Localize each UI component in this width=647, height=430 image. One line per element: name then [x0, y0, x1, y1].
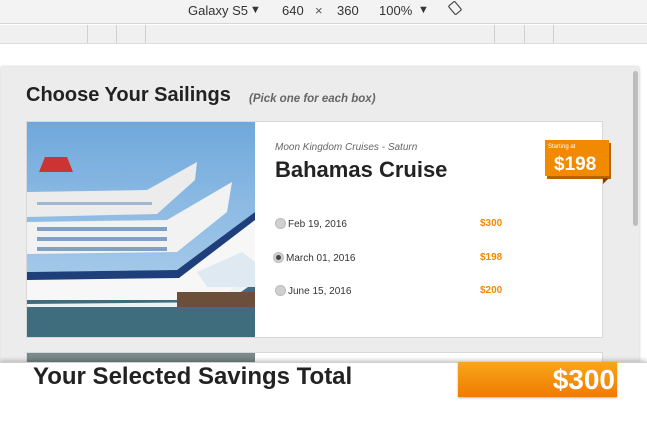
savings-total-value: $300 — [552, 364, 615, 395]
device-toolbar: Galaxy S5 ▼ 640 × 360 100% ▼ — [0, 0, 647, 24]
sailing-option[interactable]: Feb 19, 2016 $300 — [275, 218, 575, 236]
radio-button-selected[interactable] — [273, 252, 284, 263]
zoom-select[interactable]: 100% — [379, 3, 412, 18]
savings-footer: Your Selected Savings Total $300 — [0, 362, 647, 430]
cruise-card: Moon Kingdom Cruises - Saturn Bahamas Cr… — [26, 121, 609, 338]
sailing-date: June 15, 2016 — [288, 286, 352, 297]
times-sign: × — [315, 3, 323, 18]
media-query-segment[interactable] — [0, 25, 88, 43]
badge-price: $198 — [554, 154, 597, 175]
rotate-icon[interactable] — [448, 1, 462, 15]
media-query-segment[interactable] — [117, 25, 146, 43]
badge-label: Starting at — [548, 144, 576, 150]
savings-total-label: Your Selected Savings Total — [33, 363, 353, 390]
width-input[interactable]: 640 — [282, 3, 304, 18]
sailing-price: $300 — [480, 218, 503, 229]
radio-button[interactable] — [275, 218, 286, 229]
media-query-bar — [0, 25, 647, 44]
media-query-segment[interactable] — [525, 25, 554, 43]
sailing-option[interactable]: March 01, 2016 $198 — [273, 252, 575, 270]
device-dropdown-icon[interactable]: ▼ — [250, 4, 261, 16]
media-query-segment[interactable] — [495, 25, 525, 43]
page-subtitle: (Pick one for each box) — [249, 93, 376, 105]
sailing-price: $200 — [480, 285, 503, 296]
sailing-option[interactable]: June 15, 2016 $200 — [275, 285, 575, 303]
media-query-segment[interactable] — [146, 25, 495, 43]
zoom-dropdown-icon[interactable]: ▼ — [418, 4, 429, 16]
cruise-name: Bahamas Cruise — [275, 157, 448, 182]
savings-total-box: $300 — [458, 362, 617, 397]
radio-button[interactable] — [275, 285, 286, 296]
cruise-operator: Moon Kingdom Cruises - Saturn — [275, 142, 418, 153]
sailing-date: March 01, 2016 — [286, 253, 356, 264]
starting-price-badge: Starting at $198 — [545, 140, 609, 176]
sailing-price: $198 — [480, 252, 503, 263]
height-input[interactable]: 360 — [337, 3, 359, 18]
badge-ribbon-fold — [603, 178, 609, 184]
media-query-segment[interactable] — [88, 25, 117, 43]
page-title: Choose Your Sailings — [26, 84, 231, 106]
cruise-ship-image — [27, 122, 255, 337]
device-select[interactable]: Galaxy S5 — [188, 3, 248, 18]
page-scrollbar[interactable] — [633, 71, 638, 226]
sailing-date: Feb 19, 2016 — [288, 219, 347, 230]
